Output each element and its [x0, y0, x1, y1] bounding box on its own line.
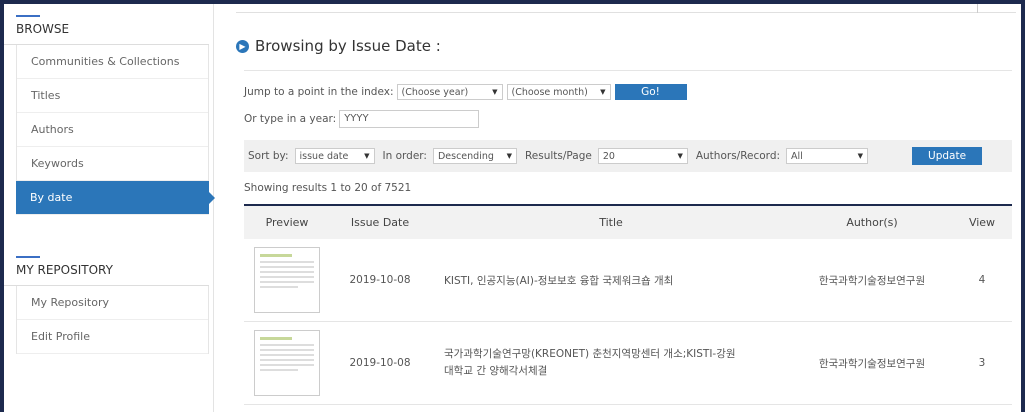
sidebar: BROWSE Communities & Collections Titles … — [4, 4, 215, 412]
month-select[interactable]: (Choose month) ▼ — [506, 84, 611, 100]
year-select[interactable]: (Choose year) ▼ — [396, 84, 503, 100]
author-cell[interactable]: 한국과학기술정보연구원 — [792, 321, 952, 405]
sidebar-item-keywords[interactable]: Keywords — [17, 147, 208, 181]
year-input[interactable]: YYYY — [339, 110, 480, 128]
repository-nav: My Repository Edit Profile — [16, 286, 209, 354]
document-thumbnail[interactable] — [254, 330, 320, 396]
page-title-text: Browsing by Issue Date : — [255, 37, 441, 55]
authors-record-label: Authors/Record: — [695, 150, 781, 162]
dropdown-arrow-icon: ▼ — [506, 152, 512, 160]
top-divider — [236, 4, 1016, 13]
browse-heading: BROWSE — [4, 4, 209, 45]
dropdown-arrow-icon: ▼ — [677, 152, 683, 160]
title-link-line1[interactable]: 국가과학기술연구망(KREONET) 춘천지역망센터 개소;KISTI-강원 — [444, 346, 792, 363]
sidebar-item-edit-profile[interactable]: Edit Profile — [17, 320, 208, 354]
jump-panel: Jump to a point in the index: (Choose ye… — [244, 70, 1012, 134]
view-count-cell: 4 — [952, 239, 1012, 322]
column-header-view[interactable]: View — [952, 204, 1012, 239]
title-link-line2[interactable]: 대학교 간 양해각서체결 — [444, 363, 792, 380]
browse-nav: Communities & Collections Titles Authors… — [16, 45, 215, 215]
authors-record-select[interactable]: All ▼ — [786, 148, 869, 164]
author-cell[interactable]: 한국과학기술정보연구원 — [792, 239, 952, 322]
page-title: ▶ Browsing by Issue Date : — [236, 37, 441, 55]
results-summary: Showing results 1 to 20 of 7521 — [244, 182, 412, 194]
issue-date-cell: 2019-10-08 — [330, 239, 430, 322]
order-label: In order: — [382, 150, 427, 162]
sidebar-item-communities[interactable]: Communities & Collections — [17, 45, 208, 79]
preview-cell — [244, 321, 330, 405]
sidebar-item-authors[interactable]: Authors — [17, 113, 208, 147]
results-per-page-select[interactable]: 20 ▼ — [597, 148, 688, 164]
view-count-cell: 3 — [952, 321, 1012, 405]
dropdown-arrow-icon: ▼ — [364, 152, 370, 160]
main-content: ▶ Browsing by Issue Date : Jump to a poi… — [236, 4, 1016, 412]
repository-heading: MY REPOSITORY — [4, 245, 209, 286]
dropdown-arrow-icon: ▼ — [600, 88, 606, 96]
sidebar-item-by-date[interactable]: By date — [16, 181, 215, 215]
document-thumbnail[interactable] — [254, 247, 320, 313]
type-year-label: Or type in a year: — [244, 113, 337, 125]
table-header-row: Preview Issue Date Title Author(s) View — [244, 204, 1012, 239]
sidebar-item-my-repository[interactable]: My Repository — [17, 286, 208, 320]
title-cell[interactable]: KISTI, 인공지능(AI)-정보보호 융합 국제워크숍 개최 — [430, 239, 792, 322]
dropdown-arrow-icon: ▼ — [492, 88, 498, 96]
sort-by-label: Sort by: — [248, 150, 289, 162]
go-button[interactable]: Go! — [614, 84, 687, 100]
results-per-page-label: Results/Page — [524, 150, 592, 162]
sidebar-item-titles[interactable]: Titles — [17, 79, 208, 113]
column-header-authors[interactable]: Author(s) — [792, 204, 952, 239]
sort-toolbar: Sort by: issue date ▼ In order: Descendin… — [244, 140, 1012, 172]
issue-date-cell: 2019-10-08 — [330, 321, 430, 405]
column-header-title[interactable]: Title — [430, 204, 792, 239]
order-select[interactable]: Descending ▼ — [432, 148, 517, 164]
sort-by-select[interactable]: issue date ▼ — [294, 148, 375, 164]
dropdown-arrow-icon: ▼ — [857, 152, 864, 160]
title-link[interactable]: KISTI, 인공지능(AI)-정보보호 융합 국제워크숍 개최 — [444, 273, 792, 288]
column-header-issue-date[interactable]: Issue Date — [330, 204, 430, 239]
update-button[interactable]: Update — [912, 147, 983, 165]
title-cell[interactable]: 국가과학기술연구망(KREONET) 춘천지역망센터 개소;KISTI-강원 대… — [430, 321, 792, 405]
preview-cell — [244, 239, 330, 322]
table-row: 2019-10-08 국가과학기술연구망(KREONET) 춘천지역망센터 개소… — [244, 321, 1012, 405]
table-row: 2019-10-08 KISTI, 인공지능(AI)-정보보호 융합 국제워크숍… — [244, 239, 1012, 322]
chevron-right-icon: ▶ — [236, 39, 249, 53]
column-header-preview[interactable]: Preview — [244, 204, 330, 239]
jump-label: Jump to a point in the index: — [244, 86, 394, 98]
results-table: Preview Issue Date Title Author(s) View … — [244, 204, 1012, 405]
